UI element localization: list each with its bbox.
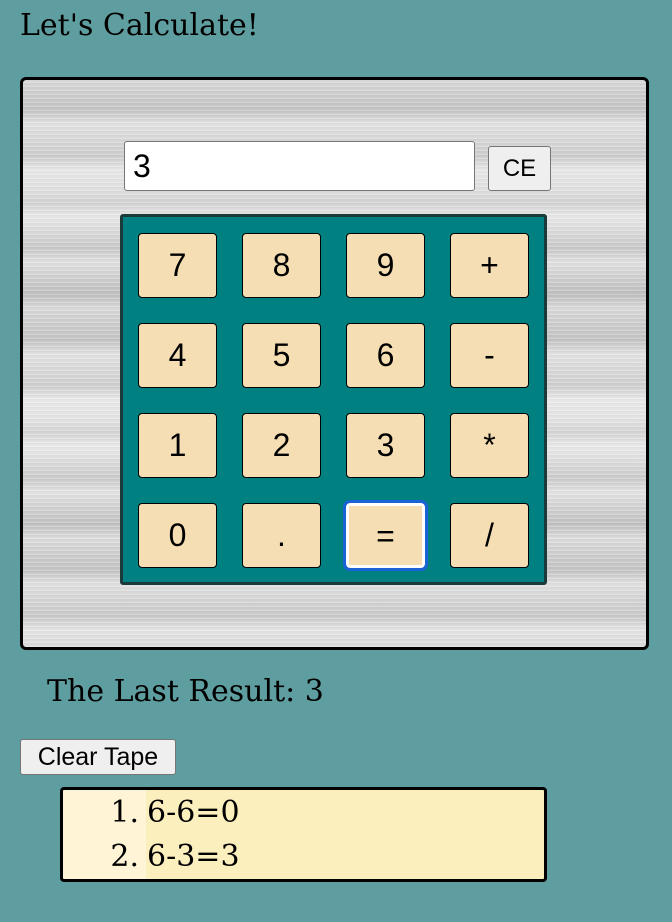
- tape-entry-text: 6-3=3: [147, 839, 240, 874]
- key-divide[interactable]: /: [450, 503, 529, 568]
- key-decimal[interactable]: .: [242, 503, 321, 568]
- key-2[interactable]: 2: [242, 413, 321, 478]
- clear-entry-button[interactable]: CE: [488, 146, 551, 191]
- last-result: The Last Result: 3: [47, 674, 324, 709]
- key-8[interactable]: 8: [242, 233, 321, 298]
- tape-entry-number: 1.: [110, 795, 139, 830]
- key-minus[interactable]: -: [450, 323, 529, 388]
- clear-tape-button[interactable]: Clear Tape: [20, 739, 176, 775]
- key-equals[interactable]: =: [343, 500, 428, 571]
- key-6[interactable]: 6: [346, 323, 425, 388]
- key-plus[interactable]: +: [450, 233, 529, 298]
- page-title: Let's Calculate!: [20, 8, 259, 43]
- tape-entry-number: 2.: [110, 839, 139, 874]
- key-9[interactable]: 9: [346, 233, 425, 298]
- key-4[interactable]: 4: [138, 323, 217, 388]
- key-0[interactable]: 0: [138, 503, 217, 568]
- tape-entry: 2. 6-3=3: [63, 835, 544, 879]
- keypad: 7 8 9 + 4 5 6 - 1 2 3 * 0 . = /: [120, 214, 547, 585]
- calculator-display[interactable]: [124, 141, 475, 191]
- tape-entry-text: 6-6=0: [147, 795, 240, 830]
- tape-list: 1. 6-6=0 2. 6-3=3: [60, 787, 547, 882]
- key-3[interactable]: 3: [346, 413, 425, 478]
- key-7[interactable]: 7: [138, 233, 217, 298]
- tape-entry: 1. 6-6=0: [63, 791, 544, 835]
- key-1[interactable]: 1: [138, 413, 217, 478]
- key-multiply[interactable]: *: [450, 413, 529, 478]
- key-5[interactable]: 5: [242, 323, 321, 388]
